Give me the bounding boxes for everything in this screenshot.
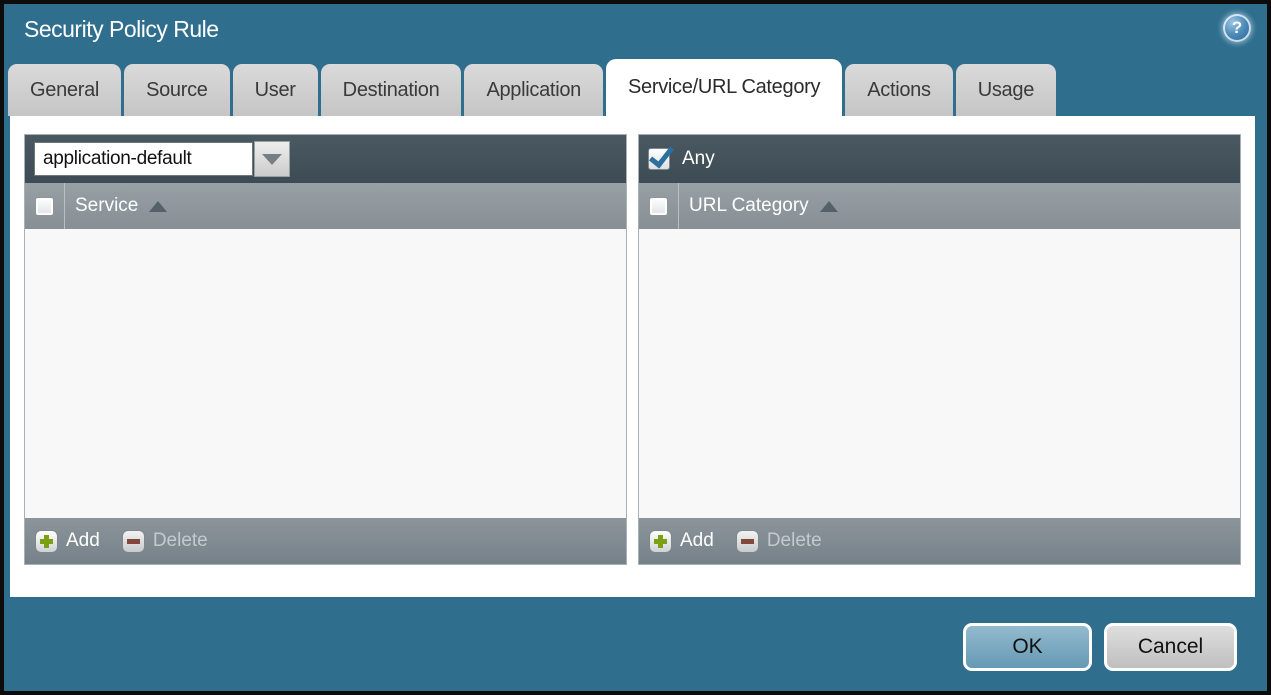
sort-ascending-icon[interactable] xyxy=(819,200,838,212)
tab-service-url-category[interactable]: Service/URL Category xyxy=(605,59,843,116)
service-type-dropdown-button[interactable] xyxy=(254,141,290,177)
service-panel-footer: Add Delete xyxy=(25,518,626,564)
url-category-panel-footer: Add Delete xyxy=(639,518,1240,564)
tab-destination[interactable]: Destination xyxy=(320,64,462,116)
service-select-all-checkbox[interactable] xyxy=(35,196,54,216)
service-select-all-cell xyxy=(25,183,65,229)
help-icon[interactable]: ? xyxy=(1223,14,1251,42)
tab-bar: General Source User Destination Applicat… xyxy=(8,59,1057,116)
service-add-icon[interactable] xyxy=(35,529,58,553)
tab-application[interactable]: Application xyxy=(464,64,603,116)
url-category-panel-topbar: Any xyxy=(639,135,1240,183)
tab-content: application-default Service Add Delete A… xyxy=(10,116,1255,597)
service-type-combobox: application-default xyxy=(34,141,290,177)
url-category-delete-icon[interactable] xyxy=(735,529,759,553)
url-category-select-all-cell xyxy=(639,183,679,229)
any-checkbox[interactable] xyxy=(648,148,670,170)
service-add-button[interactable]: Add xyxy=(66,530,100,552)
service-panel: application-default Service Add Delete xyxy=(24,134,627,565)
service-table-body[interactable] xyxy=(25,229,626,518)
sort-ascending-icon[interactable] xyxy=(149,200,168,212)
service-delete-icon[interactable] xyxy=(121,529,145,553)
url-category-column-header[interactable]: URL Category xyxy=(689,195,809,217)
cancel-button[interactable]: Cancel xyxy=(1104,623,1237,671)
any-label: Any xyxy=(682,148,715,169)
service-column-header[interactable]: Service xyxy=(75,195,138,217)
service-panel-topbar: application-default xyxy=(25,135,626,183)
tab-usage[interactable]: Usage xyxy=(955,64,1057,116)
url-category-select-all-checkbox[interactable] xyxy=(649,196,668,216)
url-category-delete-button: Delete xyxy=(766,530,822,551)
url-category-add-icon[interactable] xyxy=(649,529,672,553)
ok-button[interactable]: OK xyxy=(963,623,1092,671)
service-table-header: Service xyxy=(25,183,626,229)
any-row: Any xyxy=(648,148,715,170)
tab-user[interactable]: User xyxy=(232,64,318,116)
security-policy-rule-dialog: Security Policy Rule ? General Source Us… xyxy=(0,0,1271,695)
tab-actions[interactable]: Actions xyxy=(845,64,953,116)
dialog-action-buttons: OK Cancel xyxy=(963,623,1237,671)
chevron-down-icon xyxy=(262,153,282,165)
url-category-table-header: URL Category xyxy=(639,183,1240,229)
url-category-table-body[interactable] xyxy=(639,229,1240,518)
service-delete-button: Delete xyxy=(152,530,208,551)
service-type-value[interactable]: application-default xyxy=(34,142,253,176)
tab-source[interactable]: Source xyxy=(124,64,230,116)
url-category-add-button[interactable]: Add xyxy=(680,530,714,552)
url-category-panel: Any URL Category Add Delete xyxy=(638,134,1241,565)
dialog-title: Security Policy Rule xyxy=(24,16,219,42)
tab-general[interactable]: General xyxy=(8,64,122,116)
